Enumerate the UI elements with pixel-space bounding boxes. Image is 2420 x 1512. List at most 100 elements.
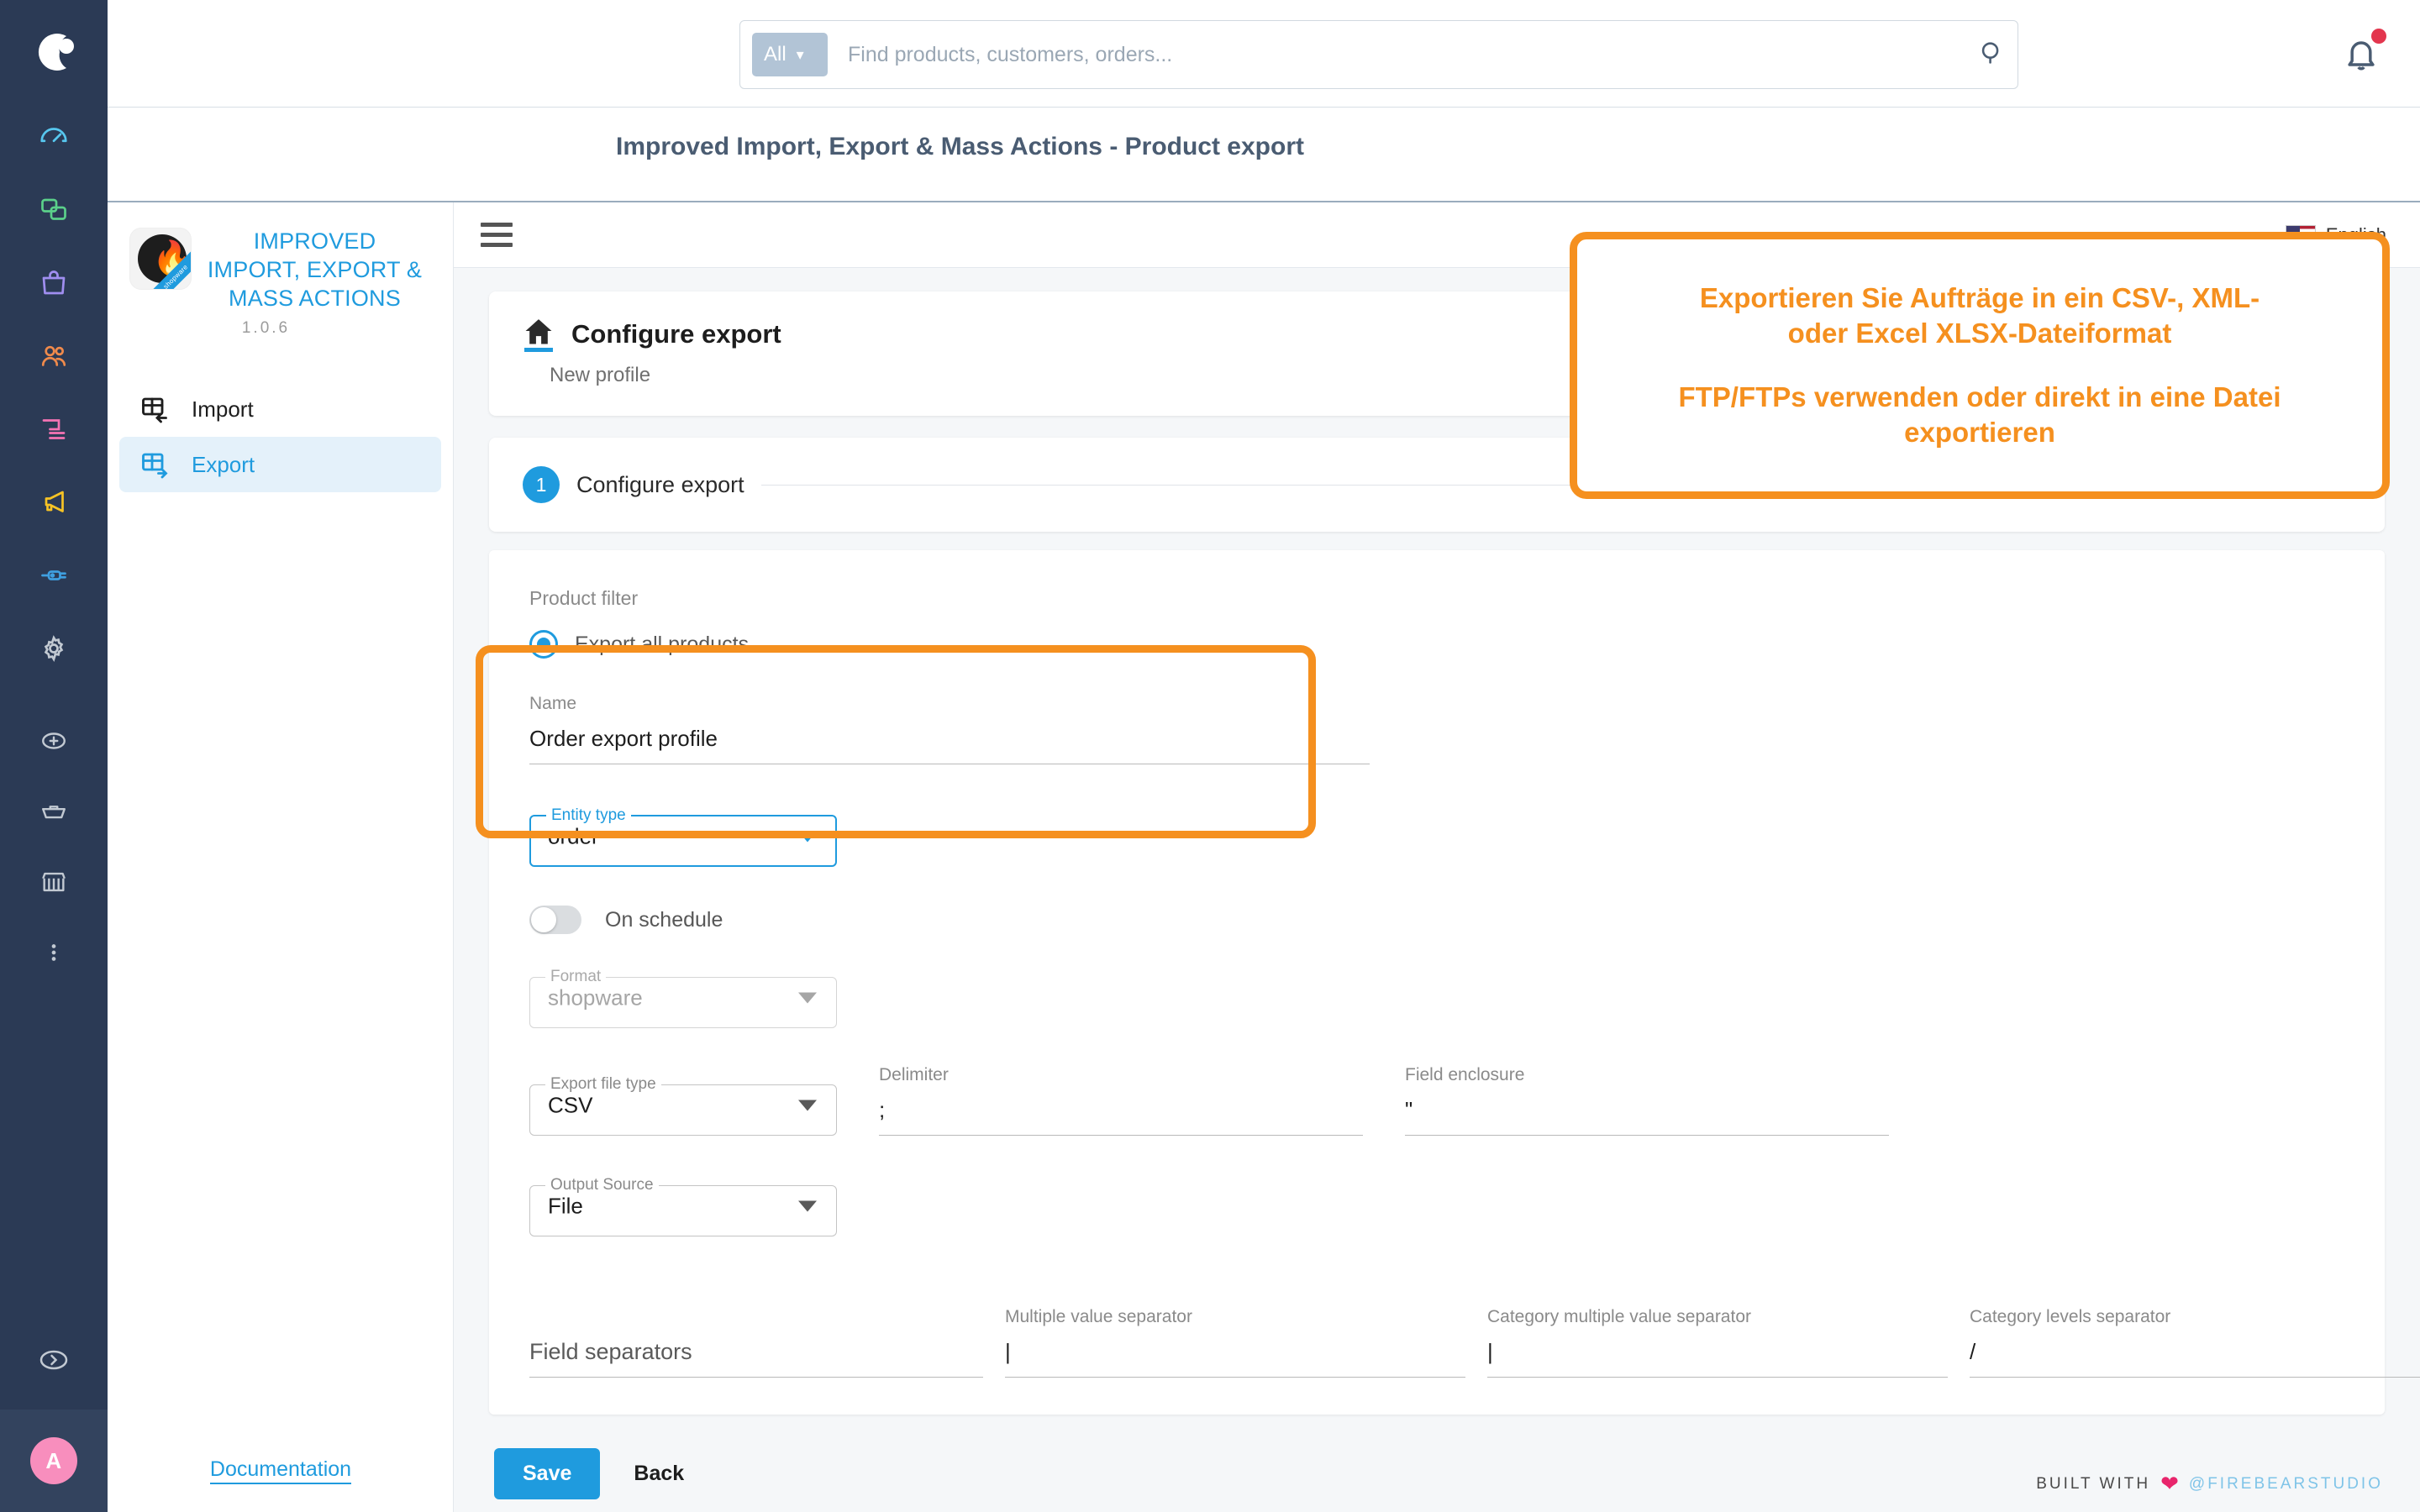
rail-secondary-icons [0,722,108,972]
brand-title: IMPROVED IMPORT, EXPORT & MASS ACTIONS [207,228,423,311]
notification-badge [2371,29,2386,44]
catalogue-icon[interactable] [34,191,73,229]
user-avatar-area[interactable]: A [0,1410,108,1512]
category-multiple-value-separator-label: Category multiple value separator [1487,1307,1751,1326]
chevron-down-icon[interactable] [798,1100,817,1111]
global-search-bar[interactable]: All ▾ Find products, customers, orders..… [739,20,2018,89]
orders-bag-icon[interactable] [34,264,73,302]
storefront-icon[interactable] [34,863,73,901]
delimiter-label: Delimiter [879,1065,949,1084]
output-source-value: File [548,1193,583,1219]
hamburger-menu-icon[interactable] [481,223,513,247]
rail-primary-icons [0,118,108,668]
annotation-callout: Exportieren Sie Aufträge in ein CSV-, XM… [1570,232,2390,499]
chevron-down-icon[interactable] [798,992,817,1004]
search-scope-label: All [764,43,786,66]
field-separators-heading-block: Field separators [529,1327,983,1378]
field-enclosure-input[interactable]: " [1405,1085,1889,1136]
chevron-down-icon: ▾ [796,45,804,63]
module-sidebar: 🔥 shopware IMPROVED IMPORT, EXPORT & MAS… [108,202,454,1512]
add-circle-icon[interactable] [34,722,73,760]
import-table-icon [139,394,170,424]
annotation-line-1: Exportieren Sie Aufträge in ein CSV-, XM… [1699,281,2260,313]
category-multiple-value-separator-field[interactable]: Category multiple value separator | [1487,1307,1948,1378]
field-enclosure-field[interactable]: Field enclosure " [1405,1065,1889,1136]
save-button[interactable]: Save [494,1448,601,1499]
export-form-card: Product filter Export all products Name … [489,550,2420,1415]
customers-icon[interactable] [34,337,73,375]
radio-selected-icon[interactable] [529,630,558,659]
annotation-line-3: FTP/FTPs verwenden oder direkt in eine D… [1678,381,2281,412]
format-value: shopware [548,984,643,1011]
profile-name-field[interactable]: Name Order export profile [529,694,1370,764]
output-source-select[interactable]: Output Source File [529,1176,837,1236]
radio-label: Export all products [575,632,750,656]
entity-type-select[interactable]: Entity type order [529,806,837,867]
category-levels-separator-input[interactable]: / [1970,1327,2420,1378]
marketing-megaphone-icon[interactable] [34,483,73,522]
format-select[interactable]: Format shopware [529,968,837,1028]
content-icon[interactable] [34,410,73,449]
more-vertical-icon[interactable] [34,933,73,972]
extensions-plug-icon[interactable] [34,556,73,595]
footer-credit: BUILT WITH ❤ @FIREBEARSTUDIO [2036,1471,2383,1497]
profile-name-label: Name [529,694,577,713]
home-icon[interactable] [523,317,555,352]
sidebar-item-import[interactable]: Import [119,381,441,437]
on-schedule-toggle-row[interactable]: On schedule [529,906,2344,934]
annotation-line-2: oder Excel XLSX-Dateiformat [1787,317,2172,349]
product-filter-label: Product filter [529,587,639,609]
profile-name-input[interactable]: Order export profile [529,714,1370,764]
back-button[interactable]: Back [634,1462,684,1486]
export-all-products-radio[interactable]: Export all products [529,630,2344,659]
entity-type-label: Entity type [551,806,626,824]
category-levels-separator-field[interactable]: Category levels separator / [1970,1307,2420,1378]
multiple-value-separator-input[interactable]: | [1005,1327,1465,1378]
output-source-label: Output Source [550,1176,654,1194]
shopware-logo-icon[interactable] [27,25,81,79]
page-heading: Configure export [571,319,781,349]
basket-icon[interactable] [34,792,73,831]
on-schedule-toggle[interactable] [529,906,581,934]
shopware-main-rail: A [0,0,108,1512]
module-nav: Import Export [108,381,453,493]
export-table-icon [139,449,170,480]
firebear-flame-icon: 🔥 shopware [129,228,192,290]
chevron-down-icon[interactable] [798,831,817,843]
sidebar-item-label: Import [192,396,254,422]
format-label: Format [550,968,602,985]
chevron-right-circle-icon[interactable] [34,1341,73,1379]
delimiter-field[interactable]: Delimiter ; [879,1065,1363,1136]
brand-block: 🔥 shopware IMPROVED IMPORT, EXPORT & MAS… [108,202,453,312]
documentation-link-label: Documentation [209,1457,352,1484]
settings-gear-icon[interactable] [34,629,73,668]
multiple-value-separator-field[interactable]: Multiple value separator | [1005,1307,1465,1378]
export-file-type-value: CSV [548,1092,593,1118]
annotation-line-4: exportieren [1904,417,2055,449]
page-title: Improved Import, Export & Mass Actions -… [616,133,1304,160]
documentation-link[interactable]: Documentation [108,1457,454,1484]
search-icon[interactable] [1977,39,2006,71]
field-enclosure-label: Field enclosure [1405,1065,1525,1084]
dashboard-icon[interactable] [34,118,73,156]
search-scope-selector[interactable]: All ▾ [752,33,828,76]
field-separators-heading: Field separators [529,1327,983,1378]
step-number: 1 [523,466,560,503]
sidebar-item-export[interactable]: Export [119,437,441,493]
step-label: Configure export [576,471,744,497]
category-levels-separator-label: Category levels separator [1970,1307,2171,1326]
multiple-value-separator-label: Multiple value separator [1005,1307,1192,1326]
entity-type-value: order [548,823,599,849]
avatar[interactable]: A [30,1437,77,1484]
page-title-strip: Improved Import, Export & Mass Actions -… [108,108,2420,202]
category-multiple-value-separator-input[interactable]: | [1487,1327,1948,1378]
sidebar-item-label: Export [192,451,255,477]
brand-version: 1.0.6 [241,319,291,338]
delimiter-input[interactable]: ; [879,1085,1363,1136]
heart-icon: ❤ [2160,1471,2179,1496]
chevron-down-icon[interactable] [798,1200,817,1212]
export-file-type-select[interactable]: Export file type CSV [529,1075,837,1136]
footer-handle[interactable]: @FIREBEARSTUDIO [2189,1475,2383,1494]
export-file-type-label: Export file type [550,1075,656,1093]
search-input[interactable]: Find products, customers, orders... [828,43,1977,67]
